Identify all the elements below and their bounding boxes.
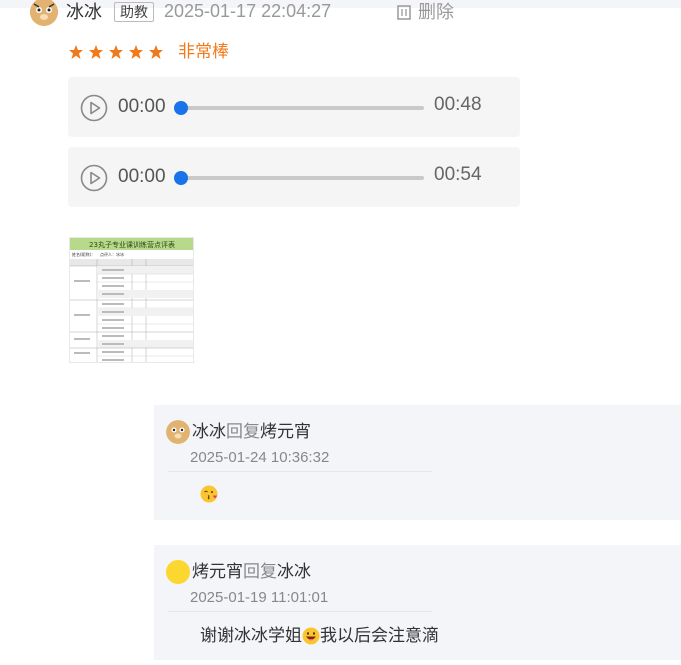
audio-player: 00:00 00:48 [68,77,520,137]
star-icon [129,45,143,59]
star-icon [69,45,83,59]
reply-header: 烤元宵 回复 冰冰 [166,560,311,584]
audio-progress-track[interactable] [174,171,424,185]
reply-card: 冰冰 回复 烤元宵 2025-01-24 10:36:32 [154,405,681,520]
reply-card: 烤元宵 回复 冰冰 2025-01-19 11:01:01 谢谢冰冰学姐 我以后… [154,545,681,660]
audio-duration: 00:48 [434,94,482,115]
grin-face-icon [302,627,320,645]
reply-text-before: 谢谢冰冰学姐 [200,626,302,645]
reply-time: 2025-01-19 11:01:01 [190,589,329,606]
attachment-title: 23丸子专业课训练营点评表 [89,240,175,249]
audio-player: 00:00 00:54 [68,147,520,207]
reply-word: 回复 [243,562,277,581]
attachment-reviewer-label: 点评人：冰冰 [100,251,124,257]
author-name[interactable]: 冰冰 [66,2,102,22]
comment-timestamp: 2025-01-17 22:04:27 [164,1,332,21]
reply-from-user[interactable]: 冰冰 [192,422,226,442]
divider [168,611,432,612]
delete-button[interactable]: 删除 [396,2,454,22]
reply-text-after: 我以后会注意滴 [320,626,439,645]
attachment-name-label: 姓名(昵称)： [72,251,95,257]
reply-to-user[interactable]: 冰冰 [277,562,311,582]
reply-avatar[interactable] [166,420,190,444]
rating: 非常棒 [68,42,229,62]
reply-body [200,485,218,503]
role-badge: 助教 [114,2,154,22]
audio-duration: 00:54 [434,164,482,185]
audio-current-time: 00:00 [118,96,166,117]
reply-header: 冰冰 回复 烤元宵 [166,420,311,444]
delete-label: 删除 [418,2,454,22]
reply-body: 谢谢冰冰学姐 我以后会注意滴 [200,625,439,647]
reply-to-user[interactable]: 烤元宵 [260,422,311,442]
audio-progress-thumb[interactable] [174,101,188,115]
star-icon [149,45,163,59]
reply-avatar[interactable] [166,560,190,584]
play-icon[interactable] [80,94,108,122]
kiss-face-icon [200,485,218,503]
rating-label: 非常棒 [178,42,229,61]
star-icon [109,45,123,59]
star-icon [89,45,103,59]
divider [168,471,432,472]
attachment-image[interactable]: 23丸子专业课训练营点评表 姓名(昵称)： 点评人：冰冰 [69,237,194,363]
reply-word: 回复 [226,422,260,441]
author-avatar[interactable] [30,0,58,26]
audio-progress-track[interactable] [174,101,424,115]
top-strip [0,0,681,8]
audio-progress-thumb[interactable] [174,171,188,185]
audio-current-time: 00:00 [118,166,166,187]
reply-time: 2025-01-24 10:36:32 [190,449,330,466]
play-icon[interactable] [80,164,108,192]
trash-icon [397,5,411,20]
reply-from-user[interactable]: 烤元宵 [192,562,243,582]
